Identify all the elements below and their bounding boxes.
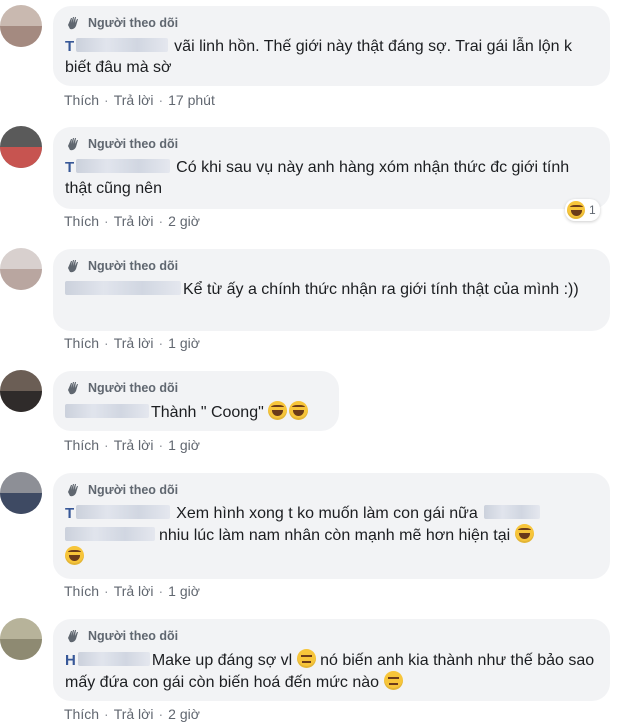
comment-bubble: Người theo dõi T Có khi sau vụ này anh hà… — [53, 127, 610, 209]
expressionless-emoji-icon — [383, 671, 403, 690]
follower-badge: Người theo dõi — [65, 627, 598, 645]
reply-link[interactable]: Trả lời — [114, 437, 154, 453]
separator-dot: · — [158, 437, 164, 453]
follower-hand-icon — [68, 484, 78, 497]
reply-link[interactable]: Trả lời — [114, 583, 154, 599]
avatar[interactable] — [0, 370, 42, 412]
comment-body: Xem hình xong t ko muốn làm con gái nữa — [176, 505, 478, 522]
commenter-name[interactable]: T — [65, 505, 74, 522]
commenter-name[interactable]: T — [65, 159, 74, 176]
timestamp[interactable]: 2 giờ — [168, 706, 200, 722]
reply-link[interactable]: Trả lời — [114, 92, 154, 108]
laugh-emoji-icon — [289, 401, 309, 420]
laugh-emoji-icon — [514, 524, 534, 543]
blurred-name — [483, 505, 540, 519]
like-link[interactable]: Thích — [64, 213, 99, 229]
laugh-emoji-icon — [268, 401, 288, 420]
comment-text: Kể từ ấy a chính thức nhận ra giới tính … — [65, 279, 598, 300]
separator-dot: · — [158, 213, 164, 229]
follower-badge-label: Người theo dõi — [88, 629, 179, 643]
follower-badge-label: Người theo dõi — [88, 483, 179, 497]
commenter-name[interactable]: T — [65, 38, 74, 55]
comment-text: Thành " Coong" — [65, 401, 327, 423]
comment-actions: Thích · Trả lời · 1 giờ — [64, 437, 200, 453]
separator-dot: · — [104, 583, 109, 599]
follower-badge-label: Người theo dõi — [88, 137, 179, 151]
follower-hand-icon — [68, 138, 78, 151]
follower-hand-icon — [68, 630, 78, 643]
blurred-name — [65, 281, 181, 295]
timestamp[interactable]: 1 giờ — [168, 437, 200, 453]
timestamp[interactable]: 1 giờ — [168, 583, 200, 599]
separator-dot: · — [104, 335, 109, 351]
follower-hand-icon — [68, 17, 78, 30]
reply-link[interactable]: Trả lời — [114, 335, 154, 351]
comment-bubble: Người theo dõi T Xem hình xong t ko muốn … — [53, 473, 610, 579]
comment-body: Make up đáng sợ vl — [151, 652, 293, 669]
separator-dot: · — [104, 706, 109, 722]
separator-dot: · — [158, 335, 164, 351]
comment-actions: Thích · Trả lời · 2 giờ — [64, 213, 200, 229]
avatar[interactable] — [0, 618, 42, 660]
comment-bubble: Người theo dõi Tvãi linh hồn. Thế giới n… — [53, 6, 610, 86]
like-link[interactable]: Thích — [64, 706, 99, 722]
like-link[interactable]: Thích — [64, 583, 99, 599]
reply-link[interactable]: Trả lời — [114, 706, 154, 722]
avatar[interactable] — [0, 126, 42, 168]
timestamp[interactable]: 2 giờ — [168, 213, 200, 229]
comment-body: Kể từ ấy a chính thức nhận ra giới tính … — [183, 281, 579, 298]
laugh-emoji-icon — [65, 546, 84, 565]
separator-dot: · — [104, 213, 109, 229]
follower-badge: Người theo dõi — [65, 14, 598, 32]
separator-dot: · — [158, 706, 164, 722]
comment-text: T Có khi sau vụ này anh hàng xóm nhận thứ… — [65, 157, 598, 199]
follower-badge: Người theo dõi — [65, 379, 327, 397]
avatar[interactable] — [0, 5, 42, 47]
laugh-emoji-icon — [567, 201, 585, 219]
like-link[interactable]: Thích — [64, 335, 99, 351]
follower-badge-label: Người theo dõi — [88, 259, 179, 273]
comment-body-line2: nhiu lúc làm nam nhân còn mạnh mẽ hơn hi… — [159, 527, 511, 544]
blurred-name — [77, 652, 150, 666]
comment-text: T Xem hình xong t ko muốn làm con gái nữa… — [65, 503, 598, 568]
comment-bubble: Người theo dõi Kể từ ấy a chính thức nhậ… — [53, 249, 610, 331]
comment-text: Tvãi linh hồn. Thế giới này thật đáng sợ… — [65, 36, 598, 78]
like-link[interactable]: Thích — [64, 92, 99, 108]
follower-badge: Người theo dõi — [65, 257, 598, 275]
separator-dot: · — [104, 92, 109, 108]
follower-badge-label: Người theo dõi — [88, 381, 179, 395]
comment-bubble: Người theo dõi H Make up đáng sợ vl nó bi… — [53, 619, 610, 701]
comment-actions: Thích · Trả lời · 1 giờ — [64, 583, 200, 599]
separator-dot: · — [158, 583, 164, 599]
blurred-name — [76, 38, 169, 52]
avatar[interactable] — [0, 472, 42, 514]
comment-body: Thành " Coong" — [151, 404, 264, 421]
blurred-name — [65, 527, 155, 541]
like-link[interactable]: Thích — [64, 437, 99, 453]
timestamp[interactable]: 1 giờ — [168, 335, 200, 351]
follower-hand-icon — [68, 260, 78, 273]
comment-actions: Thích · Trả lời · 17 phút — [64, 92, 215, 108]
comment-actions: Thích · Trả lời · 2 giờ — [64, 706, 200, 722]
follower-badge: Người theo dõi — [65, 135, 598, 153]
reply-link[interactable]: Trả lời — [114, 213, 154, 229]
separator-dot: · — [158, 92, 164, 108]
reaction-count-label: 1 — [589, 203, 596, 217]
reaction-count[interactable]: 1 — [565, 199, 600, 221]
timestamp[interactable]: 17 phút — [168, 92, 215, 108]
blurred-name — [76, 505, 171, 519]
comment-actions: Thích · Trả lời · 1 giờ — [64, 335, 200, 351]
follower-badge: Người theo dõi — [65, 481, 598, 499]
comment-text: H Make up đáng sợ vl nó biến anh kia thàn… — [65, 649, 598, 693]
blurred-name — [76, 159, 171, 173]
follower-badge-label: Người theo dõi — [88, 16, 179, 30]
commenter-name[interactable]: H — [65, 652, 76, 669]
separator-dot: · — [104, 437, 109, 453]
blurred-name — [65, 404, 149, 418]
follower-hand-icon — [68, 382, 78, 395]
expressionless-emoji-icon — [296, 649, 316, 668]
comment-bubble: Người theo dõi Thành " Coong" — [53, 371, 339, 431]
avatar[interactable] — [0, 248, 42, 290]
